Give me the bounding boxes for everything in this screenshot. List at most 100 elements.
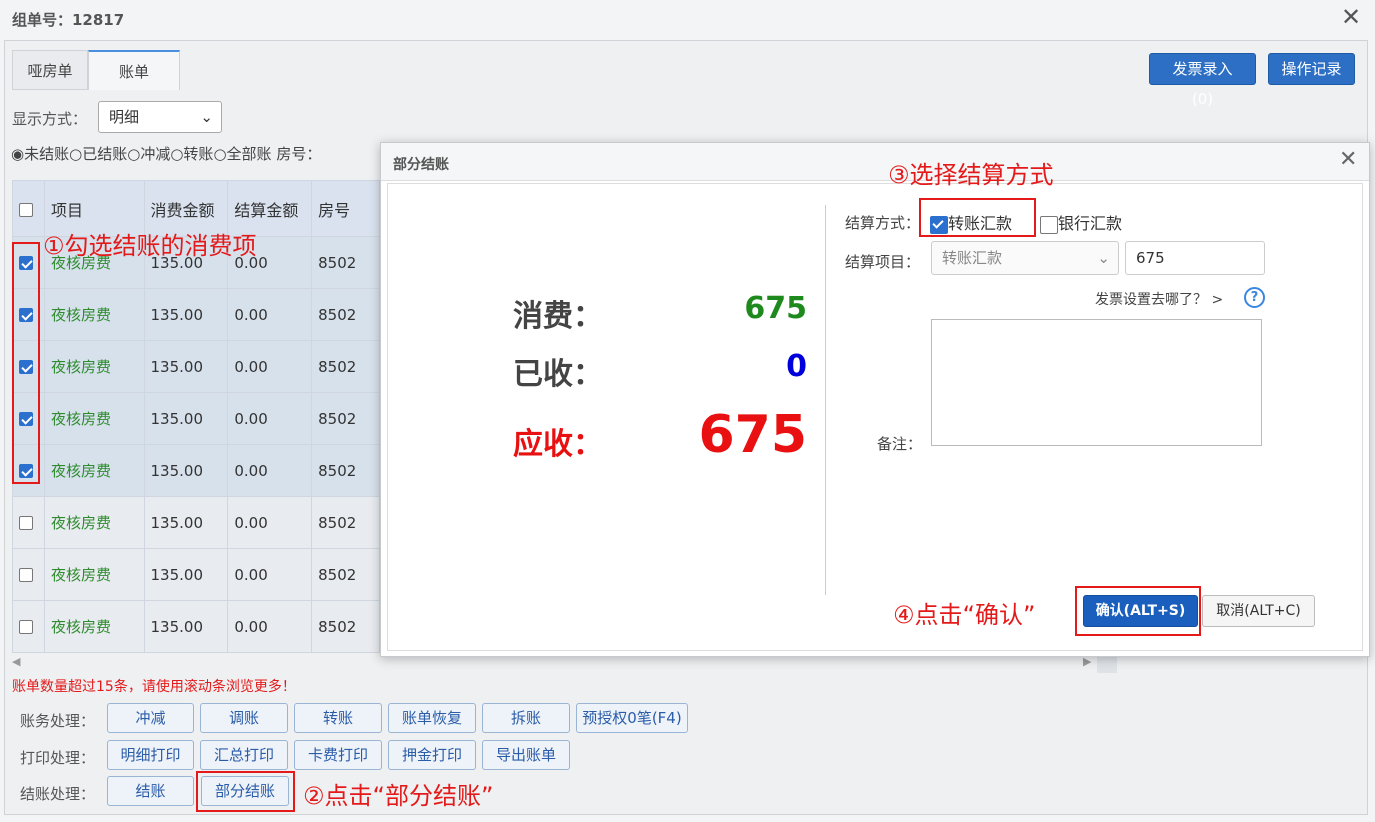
scroll-left-icon[interactable]: ◀	[12, 655, 20, 668]
row-room: 8502	[311, 496, 380, 549]
row-settled: 0.00	[227, 340, 313, 393]
received-value: 0	[786, 349, 807, 384]
dialog-title: 部分结账	[393, 157, 449, 173]
detail-print-button[interactable]: 明细打印	[107, 740, 194, 770]
tab-dummy-room[interactable]: 哑房单	[12, 50, 88, 90]
radio-transfer[interactable]: ○转账	[170, 145, 213, 163]
invoice-settings-link[interactable]: 发票设置去哪了？ >	[1095, 289, 1223, 309]
row-amount: 135.00	[143, 600, 229, 653]
row-select-cell[interactable]	[12, 600, 45, 653]
offset-button[interactable]: 冲减	[107, 703, 194, 733]
row-amount: 135.00	[143, 444, 229, 497]
remark-label: 备注：	[877, 435, 923, 453]
row-item: 夜核房费	[43, 444, 145, 497]
method-bank-option[interactable]: 银行汇款	[1040, 210, 1122, 234]
restore-bill-button[interactable]: 账单恢复	[388, 703, 476, 733]
row-checkbox[interactable]	[19, 568, 33, 582]
table-row[interactable]: 夜核房费 135.00 0.00 8502	[12, 496, 380, 549]
adjust-button[interactable]: 调账	[200, 703, 288, 733]
due-value: 675	[698, 405, 807, 465]
row-amount: 135.00	[143, 392, 229, 445]
row-amount: 135.00	[143, 548, 229, 601]
table-row[interactable]: 夜核房费 135.00 0.00 8502	[12, 600, 380, 653]
export-bill-button[interactable]: 导出账单	[482, 740, 570, 770]
scrollbar-corner	[1097, 657, 1117, 673]
annotation-step2: ②点击“部分结账”	[303, 782, 494, 810]
consume-label: 消费：	[513, 299, 603, 334]
highlight-partial-checkout	[196, 771, 295, 812]
row-select-cell[interactable]	[12, 548, 45, 601]
row-item: 夜核房费	[43, 340, 145, 393]
radio-settled[interactable]: ○已结账	[69, 145, 127, 163]
method-bank-checkbox[interactable]	[1040, 215, 1058, 234]
row-room: 8502	[311, 600, 380, 653]
received-label: 已收：	[513, 357, 603, 392]
dialog-close-icon[interactable]: ✕	[1339, 147, 1357, 172]
row-item: 夜核房费	[43, 600, 145, 653]
row-amount: 135.00	[143, 340, 229, 393]
room-filter-label: 房号：	[276, 145, 322, 163]
checkout-button[interactable]: 结账	[107, 776, 194, 806]
display-mode-select[interactable]: 明细 ⌄	[98, 101, 222, 133]
operation-log-button[interactable]: 操作记录	[1268, 53, 1355, 85]
row-item: 夜核房费	[43, 392, 145, 445]
annotation-step1: ①勾选结账的消费项	[43, 232, 257, 260]
help-icon[interactable]: ?	[1244, 287, 1265, 308]
dialog-header: 部分结账 ✕	[381, 143, 1369, 181]
row-settled: 0.00	[227, 496, 313, 549]
row-room: 8502	[311, 548, 380, 601]
radio-offset[interactable]: ○冲减	[127, 145, 170, 163]
table-row[interactable]: 夜核房费 135.00 0.00 8502	[12, 548, 380, 601]
radio-settled-label: 已结账	[82, 145, 128, 163]
col-room: 房号	[311, 180, 380, 237]
invoice-entry-button[interactable]: 发票录入(0)	[1149, 53, 1256, 108]
row-room: 8502	[311, 236, 380, 289]
highlight-checkboxes	[12, 242, 40, 484]
select-all-checkbox[interactable]	[19, 202, 33, 217]
select-all-cell[interactable]	[12, 180, 45, 237]
row-checkbox[interactable]	[19, 516, 33, 530]
table-row[interactable]: 夜核房费 135.00 0.00 8502	[12, 340, 380, 393]
method-label: 结算方式：	[845, 214, 921, 232]
row-checkbox[interactable]	[19, 620, 33, 634]
split-bill-button[interactable]: 拆账	[482, 703, 570, 733]
summary-print-button[interactable]: 汇总打印	[200, 740, 288, 770]
radio-transfer-label: 转账	[183, 145, 214, 163]
due-label: 应收：	[513, 427, 603, 462]
radio-all-label: 全部账	[226, 145, 272, 163]
row-amount: 135.00	[143, 288, 229, 341]
tab-bill[interactable]: 账单	[88, 50, 180, 90]
row-item: 夜核房费	[43, 288, 145, 341]
settle-amount-input[interactable]: 675	[1125, 241, 1265, 275]
highlight-method	[919, 198, 1036, 237]
table-row[interactable]: 夜核房费 135.00 0.00 8502	[12, 444, 380, 497]
chevron-down-icon: ⌄	[1097, 249, 1110, 267]
row-select-cell[interactable]	[12, 496, 45, 549]
accounting-label: 账务处理：	[20, 712, 96, 730]
item-label: 结算项目：	[845, 253, 921, 271]
table-row[interactable]: 夜核房费 135.00 0.00 8502	[12, 392, 380, 445]
radio-unsettled-label: 未结账	[24, 145, 70, 163]
deposit-print-button[interactable]: 押金打印	[388, 740, 476, 770]
display-mode-value: 明细	[109, 108, 140, 126]
preauth-button[interactable]: 预授权0笔(F4)	[576, 703, 688, 733]
row-settled: 0.00	[227, 444, 313, 497]
overflow-warning: 账单数量超过15条，请使用滚动条浏览更多！	[12, 679, 296, 695]
radio-all[interactable]: ○全部账	[213, 145, 271, 163]
row-item: 夜核房费	[43, 548, 145, 601]
settle-item-value: 转账汇款	[942, 249, 1003, 267]
checkout-label: 结账处理：	[20, 785, 96, 803]
card-print-button[interactable]: 卡费打印	[294, 740, 382, 770]
remark-textarea[interactable]	[931, 319, 1262, 446]
transfer-button[interactable]: 转账	[294, 703, 382, 733]
row-room: 8502	[311, 392, 380, 445]
radio-unsettled[interactable]: ◉未结账	[11, 145, 69, 163]
cancel-button[interactable]: 取消(ALT+C)	[1202, 595, 1315, 627]
settle-item-select[interactable]: 转账汇款 ⌄	[931, 241, 1119, 275]
row-item: 夜核房费	[43, 496, 145, 549]
window-title: 组单号：12817	[12, 11, 125, 29]
close-icon[interactable]: ✕	[1341, 3, 1361, 31]
table-row[interactable]: 夜核房费 135.00 0.00 8502	[12, 288, 380, 341]
row-settled: 0.00	[227, 600, 313, 653]
row-room: 8502	[311, 288, 380, 341]
